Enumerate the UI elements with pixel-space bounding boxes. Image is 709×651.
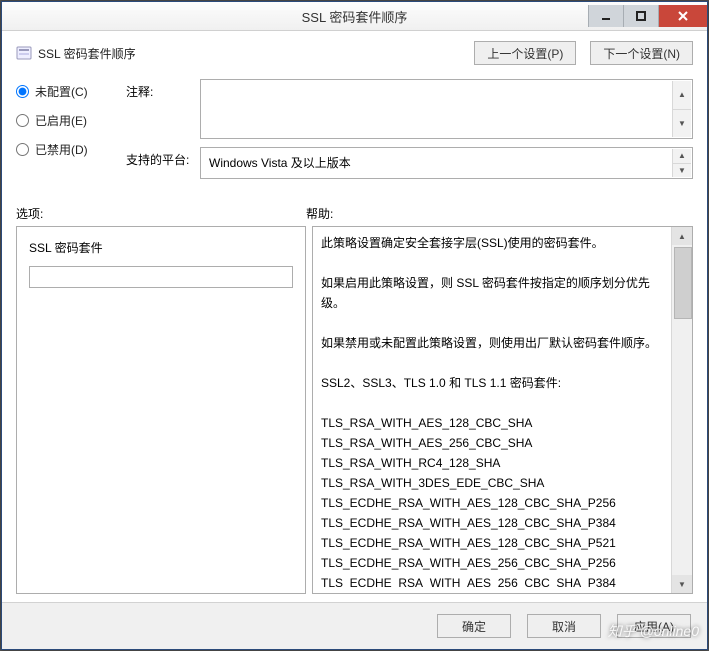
scroll-thumb[interactable] (674, 247, 692, 319)
radio-enabled-input[interactable] (16, 114, 29, 127)
next-setting-button[interactable]: 下一个设置(N) (590, 41, 693, 65)
options-field-label: SSL 密码套件 (29, 239, 293, 256)
scroll-down-icon[interactable]: ▼ (672, 575, 692, 593)
radio-not-configured-input[interactable] (16, 85, 29, 98)
radio-enabled-label: 已启用(E) (35, 112, 87, 129)
radio-not-configured[interactable]: 未配置(C) (16, 83, 114, 100)
minimize-button[interactable] (588, 5, 623, 27)
radio-not-configured-label: 未配置(C) (35, 83, 88, 100)
column-headers: 选项: 帮助: (16, 205, 693, 222)
cancel-button[interactable]: 取消 (527, 614, 601, 638)
footer: 确定 取消 应用(A) (2, 602, 707, 649)
up-arrow-icon[interactable]: ▲ (673, 149, 691, 164)
state-radio-group: 未配置(C) 已启用(E) 已禁用(D) (16, 79, 114, 187)
title-bar: SSL 密码套件顺序 (2, 2, 707, 31)
close-icon (677, 10, 689, 22)
maximize-icon (636, 11, 646, 21)
window: SSL 密码套件顺序 SSL 密码套件顺序 上一个设置(P) 下一个设置(N) (1, 1, 708, 650)
radio-enabled[interactable]: 已启用(E) (16, 112, 114, 129)
platform-textbox: Windows Vista 及以上版本 ▲ ▼ (200, 147, 693, 179)
help-text: 此策略设置确定安全套接字层(SSL)使用的密码套件。 如果启用此策略设置，则 S… (321, 233, 666, 587)
scroll-up-icon[interactable]: ▲ (672, 227, 692, 245)
minimize-icon (601, 11, 611, 21)
down-arrow-icon[interactable]: ▼ (673, 164, 691, 178)
help-scrollbar[interactable]: ▲ ▼ (671, 227, 692, 593)
radio-disabled[interactable]: 已禁用(D) (16, 141, 114, 158)
apply-button[interactable]: 应用(A) (617, 614, 691, 638)
window-body: SSL 密码套件顺序 上一个设置(P) 下一个设置(N) 未配置(C) 已启用(… (2, 31, 707, 602)
help-panel: 此策略设置确定安全套接字层(SSL)使用的密码套件。 如果启用此策略设置，则 S… (312, 226, 693, 594)
header-subtitle: SSL 密码套件顺序 (38, 45, 136, 62)
platform-label: 支持的平台: (126, 147, 190, 179)
window-controls (588, 5, 707, 27)
top-fields: 注释: ▲ ▼ 支持的平台: Windows V (126, 79, 693, 187)
comment-scroll[interactable]: ▲ ▼ (672, 81, 691, 137)
policy-icon (16, 45, 32, 61)
radio-disabled-label: 已禁用(D) (35, 141, 88, 158)
top-section: 未配置(C) 已启用(E) 已禁用(D) 注释: (16, 79, 693, 187)
header-row: SSL 密码套件顺序 上一个设置(P) 下一个设置(N) (16, 41, 693, 65)
ok-button[interactable]: 确定 (437, 614, 511, 638)
comment-textbox[interactable]: ▲ ▼ (200, 79, 693, 139)
platform-scroll[interactable]: ▲ ▼ (672, 149, 691, 177)
radio-disabled-input[interactable] (16, 143, 29, 156)
options-header: 选项: (16, 205, 306, 222)
lower-section: SSL 密码套件 此策略设置确定安全套接字层(SSL)使用的密码套件。 如果启用… (16, 226, 693, 594)
cipher-suites-input[interactable] (29, 266, 293, 288)
comment-label: 注释: (126, 79, 190, 139)
options-panel: SSL 密码套件 (16, 226, 306, 594)
platform-value: Windows Vista 及以上版本 (209, 156, 351, 170)
close-button[interactable] (658, 5, 707, 27)
platform-row: 支持的平台: Windows Vista 及以上版本 ▲ ▼ (126, 147, 693, 179)
previous-setting-button[interactable]: 上一个设置(P) (474, 41, 576, 65)
comment-row: 注释: ▲ ▼ (126, 79, 693, 139)
down-arrow-icon[interactable]: ▼ (673, 110, 691, 138)
help-header: 帮助: (306, 205, 333, 222)
up-arrow-icon[interactable]: ▲ (673, 81, 691, 110)
maximize-button[interactable] (623, 5, 658, 27)
